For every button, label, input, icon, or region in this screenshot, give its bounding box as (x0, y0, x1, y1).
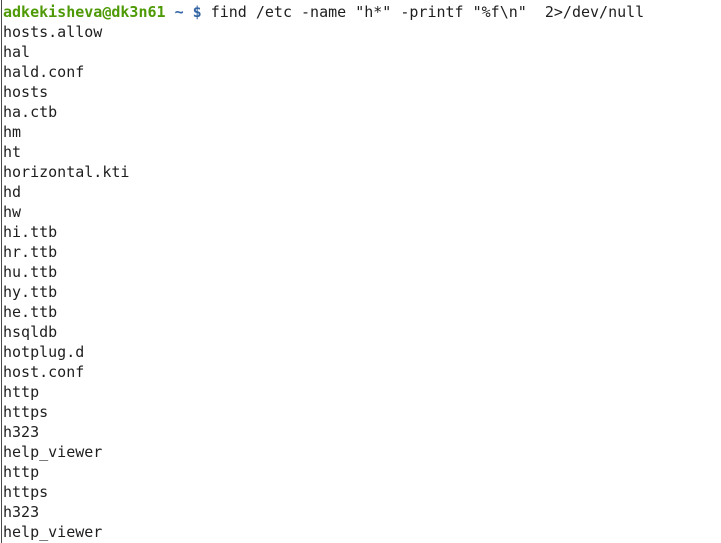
terminal-screen: adkekisheva@dk3n61 ~ $ find /etc -name "… (3, 2, 721, 542)
output-line: hotplug.d (3, 343, 85, 361)
output-line: horizontal.kti (3, 163, 130, 181)
command-output: hosts.allow hal hald.conf hosts ha.ctb hm ht ho… (3, 22, 721, 542)
prompt-symbol: $ (192, 3, 202, 21)
output-line: http (3, 383, 40, 401)
output-line: hsqldb (3, 323, 58, 341)
terminal-left-border (1, 0, 2, 543)
output-line: hal (3, 43, 31, 61)
output-line: h323 (3, 423, 40, 441)
output-line: ht (3, 143, 22, 161)
output-line: https (3, 483, 49, 501)
output-line: hald.conf (3, 63, 85, 81)
output-line: h323 (3, 503, 40, 521)
output-line: ha.ctb (3, 103, 58, 121)
output-line: https (3, 403, 49, 421)
terminal-window[interactable]: adkekisheva@dk3n61 ~ $ find /etc -name "… (0, 0, 721, 543)
output-line: help_viewer (3, 443, 103, 461)
output-line: help_viewer (3, 523, 103, 541)
output-line: he.ttb (3, 303, 58, 321)
output-line: hosts (3, 83, 49, 101)
output-line: hm (3, 123, 22, 141)
command-text: find /etc -name "h*" -printf "%f\n" 2>/d… (210, 3, 645, 21)
output-line: hi.ttb (3, 223, 58, 241)
output-line: hr.ttb (3, 243, 58, 261)
output-line: hw (3, 203, 22, 221)
output-line: hd (3, 183, 22, 201)
prompt-path: ~ (174, 3, 184, 21)
prompt-user-host: adkekisheva@dk3n61 (3, 3, 166, 21)
output-line: host.conf (3, 363, 85, 381)
output-line: hu.ttb (3, 263, 58, 281)
prompt-line: adkekisheva@dk3n61 ~ $ find /etc -name "… (3, 2, 721, 22)
output-line: http (3, 463, 40, 481)
output-line: hy.ttb (3, 283, 58, 301)
output-line: hosts.allow (3, 23, 103, 41)
